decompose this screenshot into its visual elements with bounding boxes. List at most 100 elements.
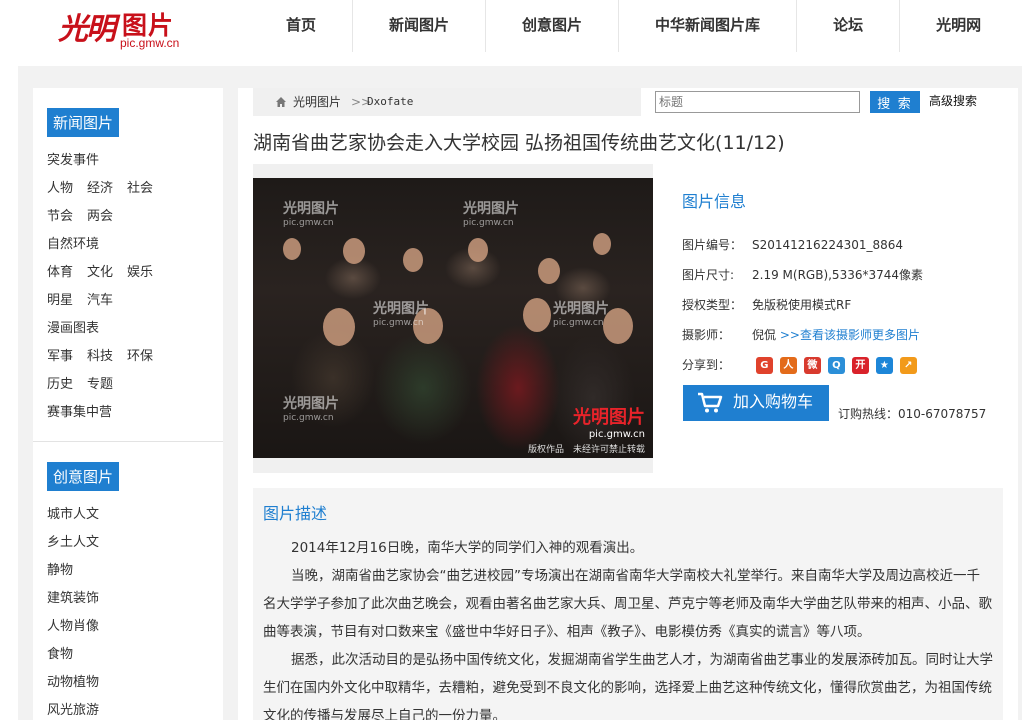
photo-id-row: 图片编号： S20141216224301_8864 bbox=[682, 230, 1012, 260]
photo-face bbox=[323, 308, 355, 346]
sidebar-creative-link[interactable]: 乡土人文 bbox=[47, 535, 99, 550]
sidebar-creative-row: 动物植物 bbox=[47, 669, 209, 697]
favorite-icon[interactable]: ★ bbox=[875, 357, 893, 374]
sidebar-creative-row: 人物肖像 bbox=[47, 613, 209, 641]
sidebar-news-row: 节会 两会 bbox=[47, 203, 209, 231]
license-value: 免版税使用模式RF bbox=[752, 298, 852, 312]
sidebar-creative-link[interactable]: 人物肖像 bbox=[47, 619, 99, 634]
sidebar-creative-link[interactable]: 风光旅游 bbox=[47, 703, 99, 718]
google-icon[interactable]: G bbox=[755, 357, 773, 374]
sidebar-creative-row: 城市人文 bbox=[47, 501, 209, 529]
photographer-name: 倪侃 bbox=[752, 328, 777, 342]
sidebar-news-link[interactable]: 文化 bbox=[87, 265, 113, 280]
sidebar-news-row: 人物 经济 社会 bbox=[47, 175, 209, 203]
search-button[interactable]: 搜 索 bbox=[870, 91, 920, 113]
photo-watermark: 光明图片 pic.gmw.cn bbox=[553, 301, 609, 328]
search-input[interactable] bbox=[655, 91, 860, 113]
sidebar-creative-title[interactable]: 创意图片 bbox=[47, 462, 120, 491]
sidebar-news-link[interactable]: 节会 bbox=[47, 209, 73, 224]
logo-url: pic.gmw.cn bbox=[120, 36, 180, 50]
breadcrumb-current[interactable]: Dxofate bbox=[367, 88, 413, 116]
main-nav: 首页 新闻图片 创意图片 中华新闻图片库 论坛 光明网 bbox=[250, 0, 1017, 52]
sidebar-news-link[interactable]: 专题 bbox=[87, 377, 113, 392]
advanced-search-link[interactable]: 高级搜索 bbox=[929, 92, 977, 109]
order-hotline: 订购热线：010-67078757 bbox=[838, 407, 987, 421]
home-icon bbox=[276, 97, 286, 107]
sidebar-news-row: 赛事集中营 bbox=[47, 399, 209, 427]
photographer-more-link[interactable]: >>查看该摄影师更多图片 bbox=[780, 328, 920, 342]
sidebar-news-row: 自然环境 bbox=[47, 231, 209, 259]
sidebar-news-link[interactable]: 军事 bbox=[47, 349, 73, 364]
photo-face bbox=[343, 238, 365, 264]
photo-id-value: S20141216224301_8864 bbox=[752, 238, 904, 252]
sidebar-creative-link[interactable]: 动物植物 bbox=[47, 675, 99, 690]
description-heading: 图片描述 bbox=[263, 504, 328, 523]
sidebar-news-link[interactable]: 科技 bbox=[87, 349, 113, 364]
sidebar-news-row: 历史 专题 bbox=[47, 371, 209, 399]
sidebar-news-row: 体育 文化 娱乐 bbox=[47, 259, 209, 287]
sidebar-news-link[interactable]: 漫画图表 bbox=[47, 321, 99, 336]
qzone-icon[interactable]: Q bbox=[827, 357, 845, 374]
photographer-row: 摄影师： 倪侃 >>查看该摄影师更多图片 bbox=[682, 320, 1012, 350]
sidebar-news-link[interactable]: 社会 bbox=[127, 181, 153, 196]
sidebar-news-section: 新闻图片 突发事件 人物 经济 社会 节会 两会 自然环境 体育 文化 娱乐 明星 汽车 漫画图表 军事科… bbox=[33, 88, 223, 437]
description-paragraph: 据悉，此次活动目的是弘扬中国传统文化，发掘湖南省学生曲艺人才，为湖南省曲艺事业的… bbox=[263, 652, 993, 720]
sidebar-creative-link[interactable]: 建筑装饰 bbox=[47, 591, 99, 606]
photo-face bbox=[283, 238, 301, 260]
sidebar-creative-section: 创意图片 城市人文乡土人文静物建筑装饰人物肖像食物动物植物风光旅游 bbox=[33, 442, 223, 720]
page-title: 湖南省曲艺家协会走入大学校园 弘扬祖国传统曲艺文化(11/12) bbox=[253, 132, 785, 154]
sidebar-news-link[interactable]: 汽车 bbox=[87, 293, 113, 308]
photo-size-row: 图片尺寸: 2.19 M(RGB),5336*3744像素 bbox=[682, 260, 1012, 290]
sidebar-creative-row: 风光旅游 bbox=[47, 697, 209, 720]
nav-gmw[interactable]: 光明网 bbox=[900, 0, 1017, 52]
photo-face bbox=[523, 298, 551, 332]
kaixin-icon[interactable]: 开 bbox=[851, 357, 869, 374]
add-to-cart-button[interactable]: 加入购物车 bbox=[683, 385, 829, 421]
sidebar-creative-link[interactable]: 静物 bbox=[47, 563, 73, 578]
nav-creative-photos[interactable]: 创意图片 bbox=[486, 0, 620, 52]
nav-photo-library[interactable]: 中华新闻图片库 bbox=[619, 0, 798, 52]
nav-forum[interactable]: 论坛 bbox=[797, 0, 901, 52]
photo-id-label: 图片编号： bbox=[682, 238, 743, 252]
sidebar-creative-link[interactable]: 食物 bbox=[47, 647, 73, 662]
logo-mark: 光明 bbox=[58, 12, 116, 47]
sidebar-news-link[interactable]: 两会 bbox=[87, 209, 113, 224]
photo-watermark: 光明图片 pic.gmw.cn bbox=[283, 201, 339, 228]
sidebar-news-row: 突发事件 bbox=[47, 147, 209, 175]
sidebar-news-link[interactable]: 经济 bbox=[87, 181, 113, 196]
photo-watermark: 光明图片 pic.gmw.cn bbox=[463, 201, 519, 228]
photo-logo: 光明图片 pic.gmw.cn bbox=[573, 407, 645, 440]
photo-face bbox=[468, 238, 488, 262]
sidebar-news-row: 军事 科技 环保 bbox=[47, 343, 209, 371]
photographer-label: 摄影师： bbox=[682, 328, 731, 342]
breadcrumb-home[interactable]: 光明图片 bbox=[293, 88, 341, 116]
nav-home[interactable]: 首页 bbox=[250, 0, 354, 52]
photo-size-label: 图片尺寸: bbox=[682, 268, 735, 282]
other-share-icon[interactable]: ↗ bbox=[899, 357, 917, 374]
weibo-icon[interactable]: 微 bbox=[803, 357, 821, 374]
site-logo[interactable]: 光明 图片 pic.gmw.cn bbox=[58, 4, 188, 52]
photo-face bbox=[593, 233, 611, 255]
sidebar-news-link[interactable]: 历史 bbox=[47, 377, 73, 392]
sidebar-news-link[interactable]: 体育 bbox=[47, 265, 73, 280]
sidebar-creative-link[interactable]: 城市人文 bbox=[47, 507, 99, 522]
sidebar-news-title[interactable]: 新闻图片 bbox=[47, 108, 120, 137]
breadcrumb: 光明图片 >> Dxofate bbox=[253, 88, 641, 116]
sidebar-news-link[interactable]: 娱乐 bbox=[127, 265, 153, 280]
share-row: 分享到： G 人微 Q 开 ★ ↗ bbox=[682, 350, 1012, 380]
sidebar-news-link[interactable]: 突发事件 bbox=[47, 153, 99, 168]
add-to-cart-label: 加入购物车 bbox=[733, 394, 814, 411]
main-photo[interactable]: 光明图片 pic.gmw.cn 光明图片 pic.gmw.cn 光明图片 pic.gm… bbox=[253, 178, 653, 458]
nav-news-photos[interactable]: 新闻图片 bbox=[353, 0, 487, 52]
license-label: 授权类型： bbox=[682, 298, 743, 312]
sidebar-news-link[interactable]: 赛事集中营 bbox=[47, 405, 112, 420]
sidebar-news-link[interactable]: 明星 bbox=[47, 293, 73, 308]
sidebar-news-list: 突发事件 人物 经济 社会 节会 两会 自然环境 体育 文化 娱乐 明星 汽车 漫画图表 军事 科技 环保 历史… bbox=[47, 147, 209, 427]
sidebar-news-link[interactable]: 自然环境 bbox=[47, 237, 99, 252]
photo-watermark: 光明图片 pic.gmw.cn bbox=[283, 396, 339, 423]
renren-icon[interactable]: 人 bbox=[779, 357, 797, 374]
sidebar-news-link[interactable]: 环保 bbox=[127, 349, 153, 364]
photo-face bbox=[403, 248, 423, 272]
sidebar-news-link[interactable]: 人物 bbox=[47, 181, 73, 196]
site-header: 光明 图片 pic.gmw.cn 首页 新闻图片 创意图片 中华新闻图片库 论坛… bbox=[0, 0, 1025, 66]
